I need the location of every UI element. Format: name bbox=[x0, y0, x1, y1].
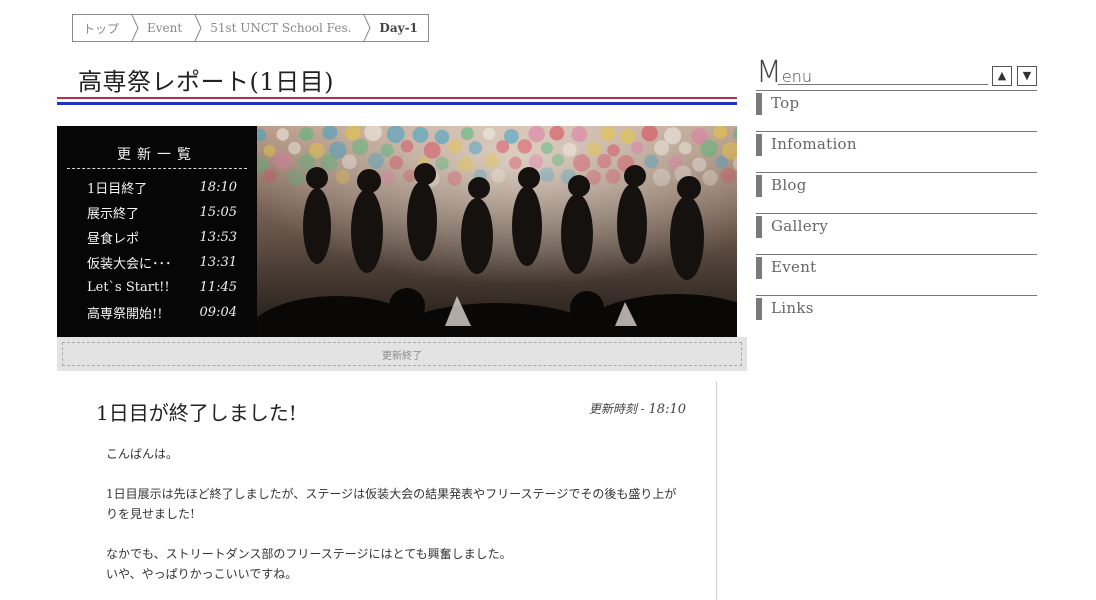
update-item-time: 18:10 bbox=[199, 180, 237, 195]
breadcrumb-item-top[interactable]: トップ bbox=[73, 15, 139, 41]
breadcrumb-label: トップ bbox=[83, 21, 120, 36]
article-paragraph: 1日目展示は先ほど終了しましたが、ステージは仮装大会の結果発表やフリーステージで… bbox=[106, 487, 677, 521]
update-item[interactable]: 昼食レポ 13:53 bbox=[57, 225, 257, 250]
breadcrumb-label: Day-1 bbox=[379, 21, 418, 35]
menu-item-label: Event bbox=[771, 258, 817, 276]
breadcrumb-label: Event bbox=[147, 21, 183, 35]
menu-item-label: Blog bbox=[771, 176, 807, 194]
chevron-right-icon bbox=[363, 15, 371, 41]
menu-item-marker bbox=[756, 175, 762, 197]
arrow-up-icon[interactable]: ▲ bbox=[992, 66, 1012, 86]
menu-item-top[interactable]: Top bbox=[756, 90, 1037, 131]
update-item-label: Let`s Start!! bbox=[87, 280, 170, 295]
update-item-time: 13:31 bbox=[199, 255, 237, 270]
arrow-down-icon[interactable]: ▼ bbox=[1017, 66, 1037, 86]
article-timestamp: 更新時刻 - 18:10 bbox=[560, 400, 686, 417]
menu-item-gallery[interactable]: Gallery bbox=[756, 213, 1037, 254]
menu-item-label: Top bbox=[771, 94, 800, 112]
update-status-bar: 更新終了 bbox=[57, 337, 747, 371]
breadcrumb-label: 51st UNCT School Fes. bbox=[210, 21, 352, 35]
menu-item-label: Gallery bbox=[771, 217, 829, 235]
menu-item-label: Links bbox=[771, 299, 814, 317]
update-item-time: 15:05 bbox=[199, 205, 237, 220]
breadcrumb: トップ Event 51st UNCT School Fes. Day-1 bbox=[72, 14, 429, 42]
update-item[interactable]: Let`s Start!! 11:45 bbox=[57, 275, 257, 300]
hero-banner: 更新一覧 1日目終了 18:10 展示終了 15:05 昼食レポ 13:53 仮… bbox=[57, 126, 737, 337]
page-title: 高専祭レポート(1日目) bbox=[78, 68, 334, 96]
title-divider-red bbox=[57, 97, 737, 99]
menu-item-infomation[interactable]: Infomation bbox=[756, 131, 1037, 172]
update-item-label: 高専祭開始!! bbox=[87, 307, 163, 322]
article-title: 1日目が終了しました! bbox=[96, 401, 297, 425]
menu-item-blog[interactable]: Blog bbox=[756, 172, 1037, 213]
menu-item-marker bbox=[756, 134, 762, 156]
menu-item-event[interactable]: Event bbox=[756, 254, 1037, 295]
update-list: 1日目終了 18:10 展示終了 15:05 昼食レポ 13:53 仮装大会に･… bbox=[57, 175, 257, 325]
update-item-label: 仮装大会に･･･ bbox=[87, 257, 172, 272]
update-status-text: 更新終了 bbox=[62, 342, 742, 366]
update-item-time: 09:04 bbox=[199, 305, 237, 320]
menu-item-marker bbox=[756, 93, 762, 115]
stage-photo bbox=[257, 126, 737, 337]
menu-item-marker bbox=[756, 216, 762, 238]
update-item[interactable]: 1日目終了 18:10 bbox=[57, 175, 257, 200]
breadcrumb-item-current: Day-1 bbox=[367, 15, 427, 41]
menu-item-marker bbox=[756, 257, 762, 279]
article-paragraph: いや、やっぱりかっこいいですね。 bbox=[106, 567, 298, 581]
article-time-label: 更新時刻 - bbox=[588, 402, 649, 416]
side-menu: Top Infomation Blog Gallery Event Links bbox=[756, 90, 1037, 336]
update-item[interactable]: 高専祭開始!! 09:04 bbox=[57, 300, 257, 325]
breadcrumb-item-event[interactable]: Event bbox=[135, 15, 202, 41]
update-item-label: 展示終了 bbox=[87, 207, 140, 222]
update-item-time: 13:53 bbox=[199, 230, 237, 245]
update-item-label: 1日目終了 bbox=[87, 182, 148, 197]
update-list-panel: 更新一覧 1日目終了 18:10 展示終了 15:05 昼食レポ 13:53 仮… bbox=[57, 126, 257, 337]
update-item-time: 11:45 bbox=[199, 280, 237, 295]
breadcrumb-item-school-fes[interactable]: 51st UNCT School Fes. bbox=[198, 15, 371, 41]
update-item-label: 昼食レポ bbox=[87, 232, 140, 247]
article-body: こんばんは。 1日目展示は先ほど終了しましたが、ステージは仮装大会の結果発表やフ… bbox=[106, 444, 686, 584]
article-paragraph: こんばんは。 bbox=[106, 447, 179, 461]
update-item[interactable]: 展示終了 15:05 bbox=[57, 200, 257, 225]
content-divider bbox=[716, 381, 717, 600]
update-item[interactable]: 仮装大会に･･･ 13:31 bbox=[57, 250, 257, 275]
menu-item-marker bbox=[756, 298, 762, 320]
menu-item-links[interactable]: Links bbox=[756, 295, 1037, 336]
article-time-value: 18:10 bbox=[648, 402, 686, 417]
update-list-heading: 更新一覧 bbox=[67, 144, 247, 169]
chevron-right-icon bbox=[131, 15, 139, 41]
menu-header: Menu ▲ ▼ bbox=[756, 58, 1037, 88]
chevron-right-icon bbox=[194, 15, 202, 41]
title-divider-blue bbox=[57, 102, 737, 105]
menu-title-underline bbox=[778, 84, 988, 85]
menu-item-label: Infomation bbox=[771, 135, 857, 153]
article-paragraph: なかでも、ストリートダンス部のフリーステージにはとても興奮しました。 bbox=[106, 547, 512, 561]
